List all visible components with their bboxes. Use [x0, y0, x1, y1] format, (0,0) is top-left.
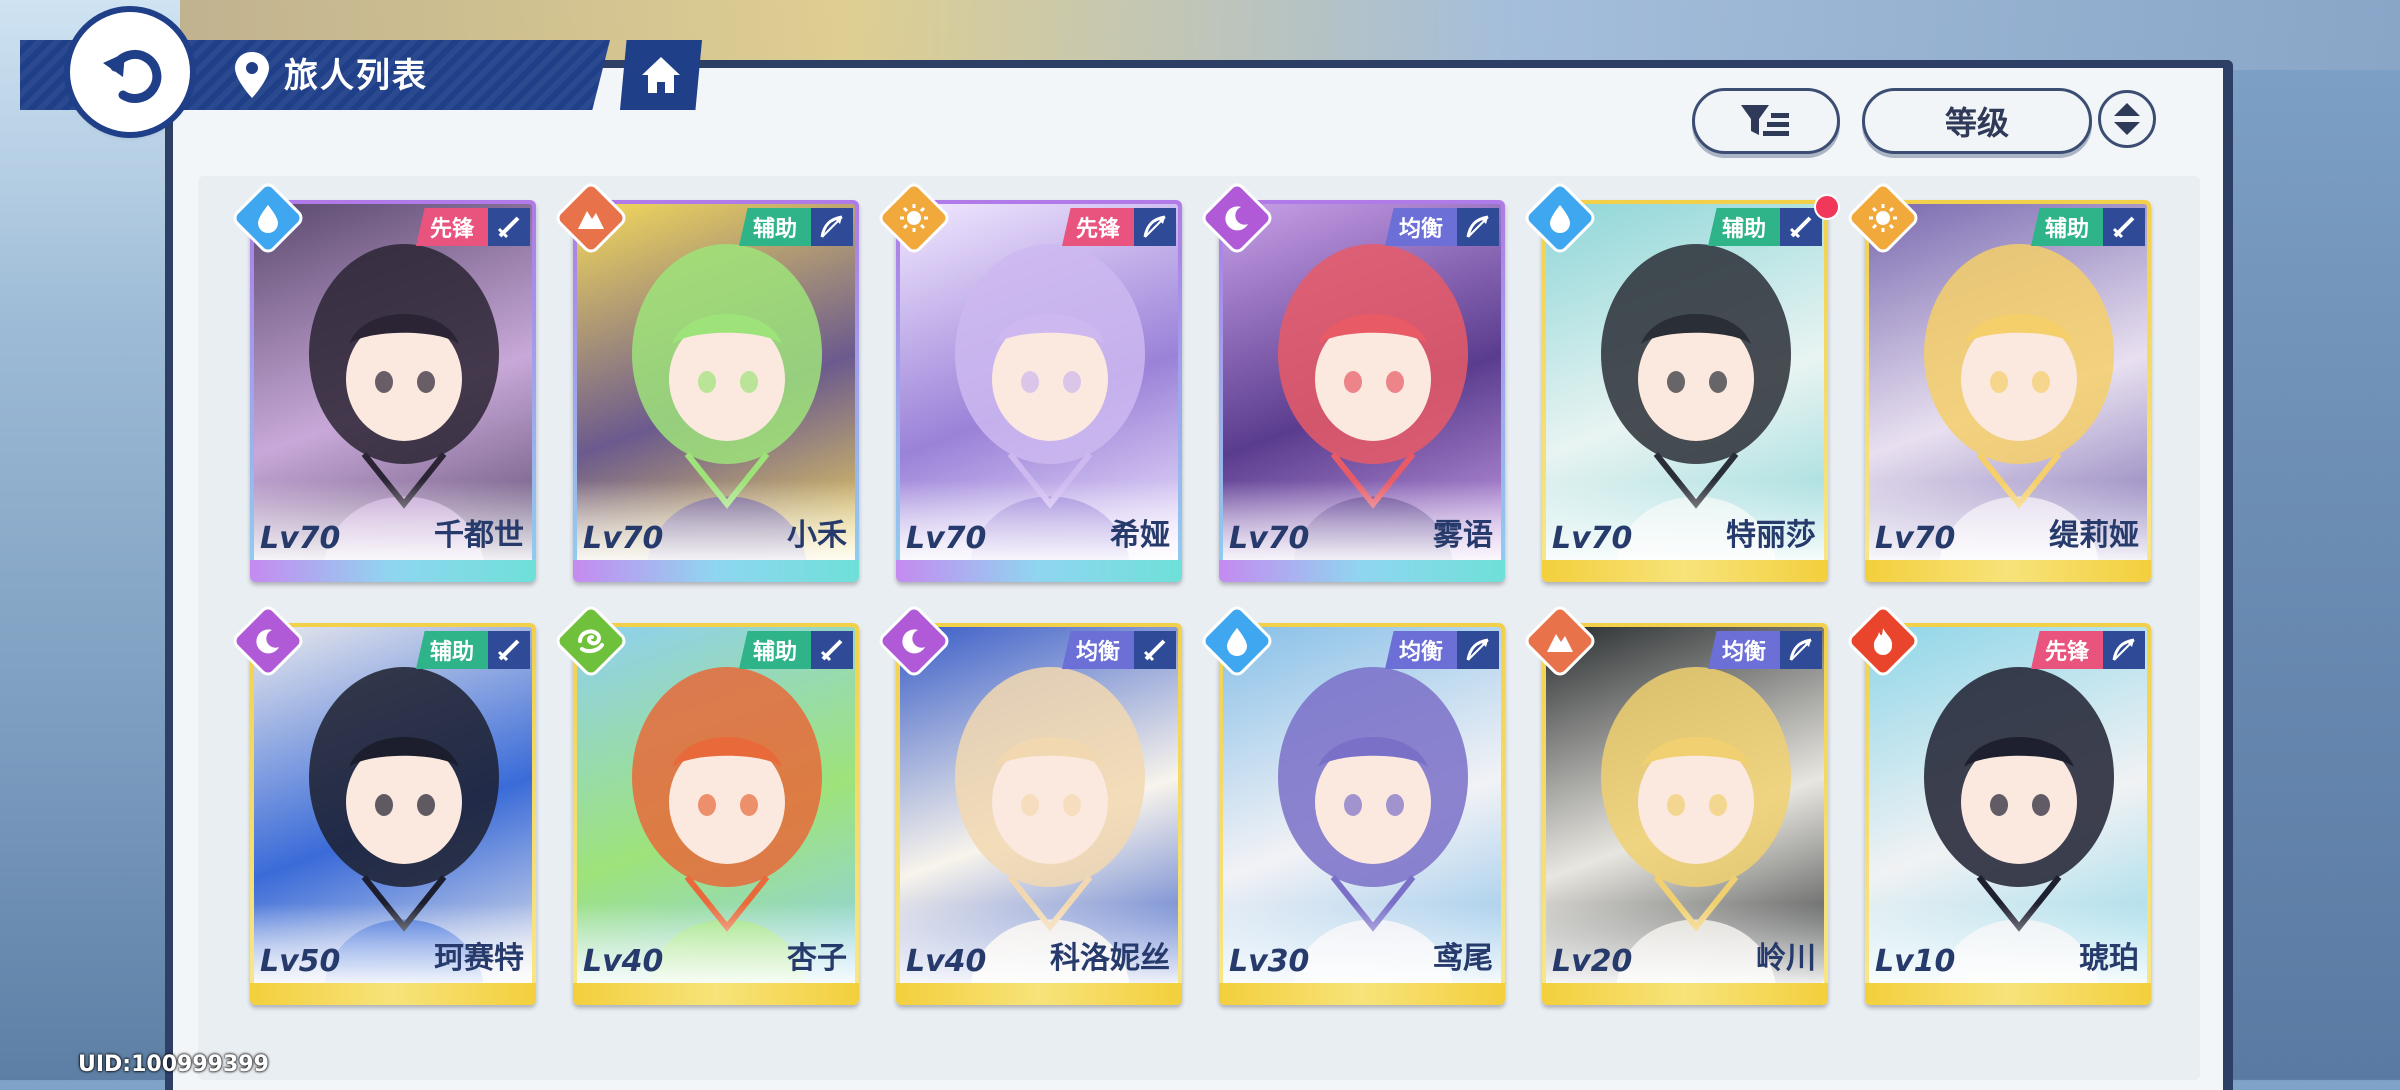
character-name: 缇莉娅: [2049, 518, 2139, 553]
card-rarity-bar: [1542, 983, 1828, 1005]
role-badge: 均衡: [1384, 631, 1457, 669]
character-card[interactable]: 先锋 Lv70 千都世: [250, 200, 536, 582]
sun-element-icon: [1849, 184, 1917, 252]
bow-icon: [2103, 631, 2145, 669]
water-element-icon: [234, 184, 302, 252]
card-rarity-bar: [573, 983, 859, 1005]
back-arrow-icon: [103, 50, 162, 103]
fire-element-icon: [1849, 607, 1917, 675]
character-name: 雾语: [1433, 518, 1493, 553]
character-card[interactable]: 辅助 Lv70 小禾: [573, 200, 859, 582]
card-rarity-bar: [250, 983, 536, 1005]
water-element-icon: [1203, 607, 1271, 675]
role-badge: 先锋: [1061, 208, 1134, 246]
character-card[interactable]: 辅助 Lv70 特丽莎: [1542, 200, 1828, 582]
character-name: 千都世: [434, 518, 524, 553]
sword-icon: [1134, 631, 1176, 669]
role-badge: 辅助: [2030, 208, 2103, 246]
character-card[interactable]: 均衡 Lv70 雾语: [1219, 200, 1505, 582]
role-badge: 辅助: [738, 208, 811, 246]
card-rarity-bar: [573, 560, 859, 582]
bow-icon: [811, 208, 853, 246]
earth-element-icon: [1526, 607, 1594, 675]
home-icon: [642, 57, 680, 93]
character-level: Lv70: [1229, 521, 1310, 556]
character-level: Lv20: [1552, 944, 1633, 979]
earth-element-icon: [557, 184, 625, 252]
moon-element-icon: [1203, 184, 1271, 252]
character-card[interactable]: 先锋 Lv10 琥珀: [1865, 623, 2151, 1005]
home-button[interactable]: [620, 40, 702, 110]
character-name: 希娅: [1110, 518, 1170, 553]
sort-up-down-icon: [2114, 103, 2140, 135]
character-card[interactable]: 均衡 Lv40 科洛妮丝: [896, 623, 1182, 1005]
page-title: 旅人列表: [284, 56, 428, 96]
sword-icon: [488, 631, 530, 669]
role-badge: 均衡: [1384, 208, 1457, 246]
character-level: Lv70: [906, 521, 987, 556]
character-card[interactable]: 均衡 Lv30 鸢尾: [1219, 623, 1505, 1005]
bow-icon: [1780, 631, 1822, 669]
role-badge: 均衡: [1707, 631, 1780, 669]
card-rarity-bar: [1865, 983, 2151, 1005]
card-rarity-bar: [1542, 560, 1828, 582]
character-name: 科洛妮丝: [1050, 941, 1170, 976]
character-level: Lv70: [260, 521, 341, 556]
sort-by-level-button[interactable]: 等级: [1862, 88, 2092, 154]
role-badge: 辅助: [415, 631, 488, 669]
character-name: 小禾: [787, 518, 847, 553]
card-rarity-bar: [896, 560, 1182, 582]
wind-element-icon: [557, 607, 625, 675]
character-level: Lv70: [1552, 521, 1633, 556]
character-name: 杏子: [787, 941, 847, 976]
character-level: Lv70: [1875, 521, 1956, 556]
location-pin-icon: [235, 52, 269, 98]
role-badge: 均衡: [1061, 631, 1134, 669]
card-rarity-bar: [250, 560, 536, 582]
bow-icon: [1457, 631, 1499, 669]
role-badge: 辅助: [1707, 208, 1780, 246]
moon-element-icon: [234, 607, 302, 675]
background-left-window: [0, 0, 180, 1080]
sword-icon: [488, 208, 530, 246]
character-name: 珂赛特: [434, 941, 524, 976]
card-rarity-bar: [1219, 983, 1505, 1005]
role-badge: 辅助: [738, 631, 811, 669]
role-badge: 先锋: [2030, 631, 2103, 669]
moon-element-icon: [880, 607, 948, 675]
character-level: Lv10: [1875, 944, 1956, 979]
character-card[interactable]: 辅助 Lv70 缇莉娅: [1865, 200, 2151, 582]
filter-icon: [1741, 105, 1789, 136]
character-card[interactable]: 先锋 Lv70 希娅: [896, 200, 1182, 582]
back-button[interactable]: [70, 12, 190, 132]
uid-label: UID:100999399: [78, 1052, 269, 1077]
filter-button[interactable]: [1692, 88, 1840, 154]
card-rarity-bar: [1865, 560, 2151, 582]
character-name: 特丽莎: [1726, 518, 1816, 553]
sun-element-icon: [880, 184, 948, 252]
character-level: Lv40: [906, 944, 987, 979]
role-badge: 先锋: [415, 208, 488, 246]
bow-icon: [1457, 208, 1499, 246]
sword-icon: [2103, 208, 2145, 246]
character-card[interactable]: 均衡 Lv20 岭川: [1542, 623, 1828, 1005]
character-level: Lv50: [260, 944, 341, 979]
bow-icon: [1134, 208, 1176, 246]
character-level: Lv40: [583, 944, 664, 979]
character-name: 鸢尾: [1433, 941, 1493, 976]
character-level: Lv70: [583, 521, 664, 556]
character-card[interactable]: 辅助 Lv40 杏子: [573, 623, 859, 1005]
card-rarity-bar: [896, 983, 1182, 1005]
sort-order-toggle[interactable]: [2098, 90, 2156, 148]
sword-icon: [811, 631, 853, 669]
character-name: 琥珀: [2079, 941, 2139, 976]
character-card[interactable]: 辅助 Lv50 珂赛特: [250, 623, 536, 1005]
card-rarity-bar: [1219, 560, 1505, 582]
notification-dot: [1814, 194, 1840, 220]
character-name: 岭川: [1756, 941, 1816, 976]
water-element-icon: [1526, 184, 1594, 252]
character-level: Lv30: [1229, 944, 1310, 979]
